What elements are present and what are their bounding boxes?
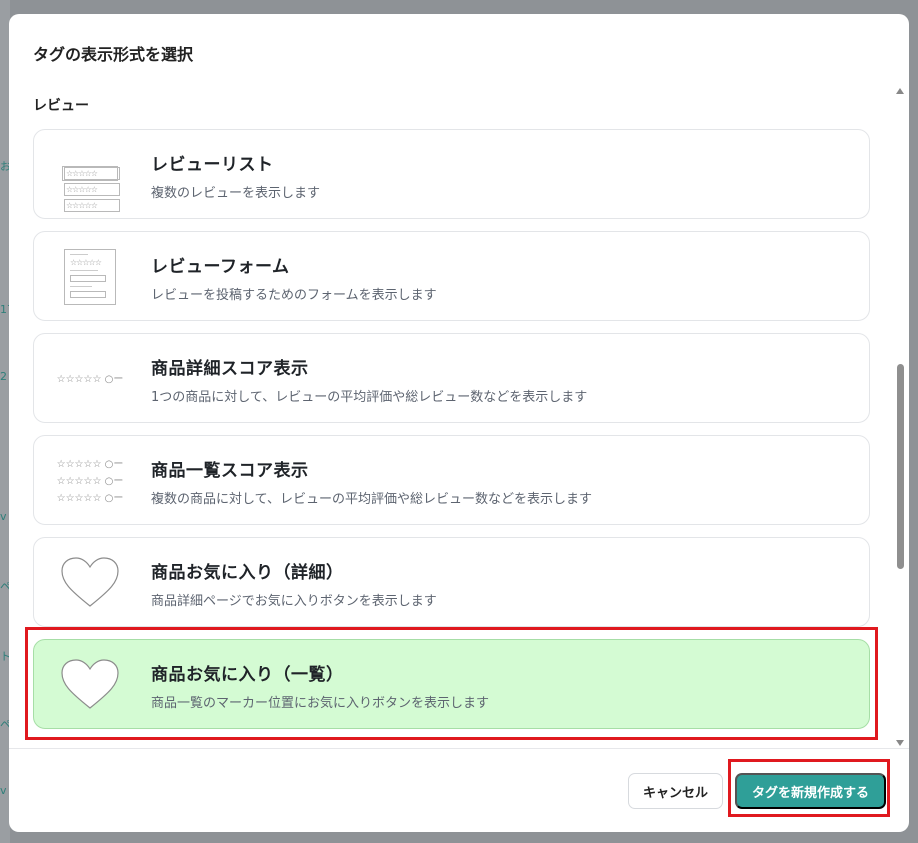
card-description: 商品詳細ページでお気に入りボタンを表示します [151, 594, 437, 609]
heart-icon [54, 550, 126, 616]
background-text: v [0, 510, 7, 523]
footer-divider [9, 748, 909, 749]
score-icon: ☆☆☆☆☆ ○ー [56, 475, 124, 487]
stars-icon: ☆☆☆☆☆ [64, 167, 120, 180]
scroll-down-arrow-icon[interactable] [896, 740, 904, 746]
create-tag-button[interactable]: タグを新規作成する [735, 773, 886, 809]
format-card-favorite-detail[interactable]: 商品お気に入り（詳細） 商品詳細ページでお気に入りボタンを表示します [33, 537, 870, 627]
format-card-favorite-list[interactable]: 商品お気に入り（一覧） 商品一覧のマーカー位置にお気に入りボタンを表示します [33, 639, 870, 729]
card-title: レビューリスト [151, 155, 274, 175]
card-description: 商品一覧のマーカー位置にお気に入りボタンを表示します [151, 696, 490, 711]
cancel-button[interactable]: キャンセル [628, 773, 723, 809]
card-title: 商品一覧スコア表示 [151, 461, 309, 481]
heart-icon [54, 652, 126, 718]
card-description: 1つの商品に対して、レビューの平均評価や総レビュー数などを表示します [151, 390, 588, 405]
score-icon: ☆☆☆☆☆ ○ー [56, 492, 124, 504]
format-card-multi-score[interactable]: ☆☆☆☆☆ ○ー ☆☆☆☆☆ ○ー ☆☆☆☆☆ ○ー 商品一覧スコア表示 複数の… [33, 435, 870, 525]
review-list-thumbnail: ☆☆☆☆☆ ☆☆☆☆☆ ☆☆☆☆☆ [54, 142, 126, 212]
scrollbar-thumb[interactable] [897, 364, 904, 569]
stars-icon: ☆☆☆☆☆ [64, 199, 120, 212]
background-text: v [0, 784, 7, 797]
card-description: 複数の商品に対して、レビューの平均評価や総レビュー数などを表示します [151, 492, 592, 507]
score-icon: ☆☆☆☆☆ ○ー [56, 373, 124, 385]
stars-icon: ☆☆☆☆☆ [64, 183, 120, 196]
card-description: 複数のレビューを表示します [151, 186, 321, 201]
stars-icon: ☆☆☆☆☆ [70, 258, 102, 267]
format-card-review-list[interactable]: ☆☆☆☆☆ ☆☆☆☆☆ ☆☆☆☆☆ レビューリスト 複数のレビューを表示します [33, 129, 870, 219]
card-title: 商品お気に入り（一覧） [151, 665, 344, 685]
modal-title: タグの表示形式を選択 [33, 45, 194, 64]
card-title: 商品お気に入り（詳細） [151, 563, 344, 583]
background-text: 2 [0, 370, 7, 383]
format-card-single-score[interactable]: ☆☆☆☆☆ ○ー 商品詳細スコア表示 1つの商品に対して、レビューの平均評価や総… [33, 333, 870, 423]
format-list[interactable]: レビュー ☆☆☆☆☆ ☆☆☆☆☆ ☆☆☆☆☆ レビューリスト 複数のレビューを表… [9, 82, 909, 748]
card-title: 商品詳細スコア表示 [151, 359, 309, 379]
section-label-review: レビュー [33, 98, 89, 114]
format-card-review-form[interactable]: ☆☆☆☆☆ レビューフォーム レビューを投稿するためのフォームを表示します [33, 231, 870, 321]
card-title: レビューフォーム [151, 257, 290, 277]
review-form-thumbnail: ☆☆☆☆☆ [54, 244, 126, 310]
tag-format-modal: タグの表示形式を選択 レビュー ☆☆☆☆☆ ☆☆☆☆☆ ☆☆☆☆☆ レビューリス… [9, 14, 909, 832]
scrollbar[interactable] [896, 82, 906, 748]
multi-score-thumbnail: ☆☆☆☆☆ ○ー ☆☆☆☆☆ ○ー ☆☆☆☆☆ ○ー [54, 448, 126, 514]
score-icon: ☆☆☆☆☆ ○ー [56, 458, 124, 470]
card-description: レビューを投稿するためのフォームを表示します [151, 288, 437, 303]
scroll-up-arrow-icon[interactable] [896, 88, 904, 94]
single-score-thumbnail: ☆☆☆☆☆ ○ー [54, 346, 126, 412]
